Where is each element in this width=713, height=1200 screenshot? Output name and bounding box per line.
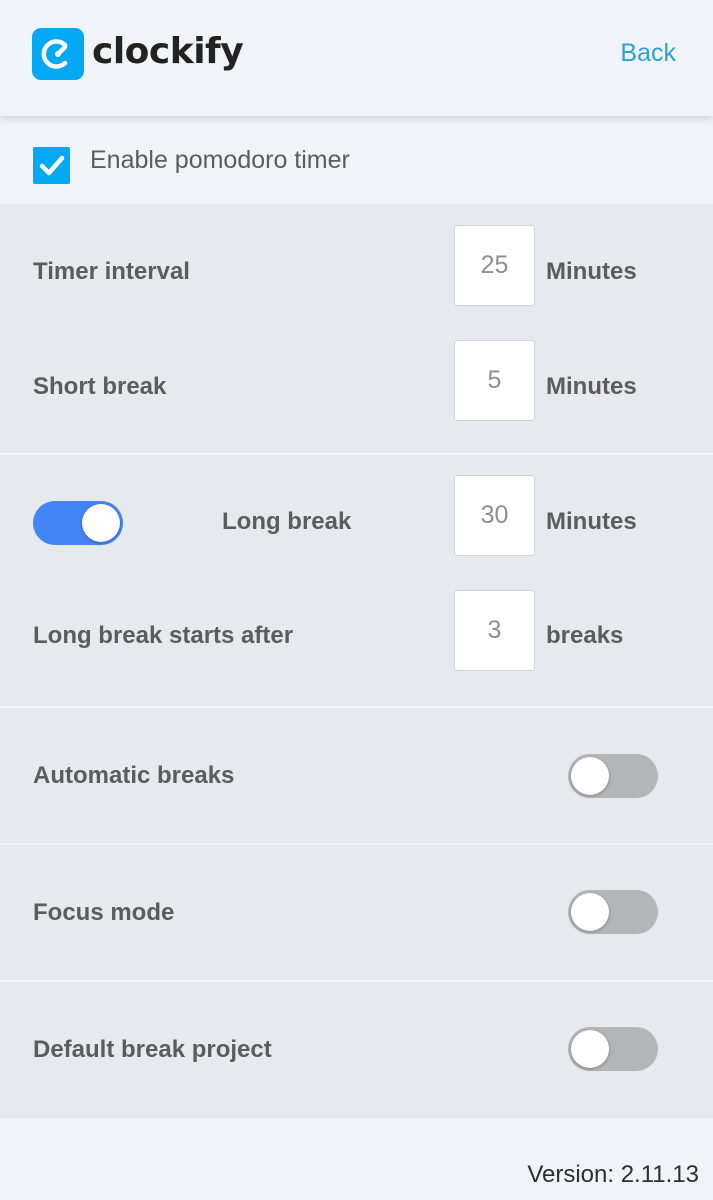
header: clockify Back <box>0 0 713 116</box>
timer-interval-row: Timer interval 25 Minutes <box>0 204 713 324</box>
clockify-logo-icon <box>32 28 84 80</box>
enable-pomodoro-row: Enable pomodoro timer <box>0 116 713 204</box>
long-break-row: Long break 30 Minutes <box>0 455 713 571</box>
long-break-label: Long break <box>222 508 352 535</box>
long-break-after-row: Long break starts after 3 breaks <box>0 571 713 706</box>
automatic-breaks-section: Automatic breaks <box>0 708 713 845</box>
toggle-knob <box>571 893 609 931</box>
version-label: Version: 2.11.13 <box>527 1161 699 1188</box>
long-break-after-input[interactable]: 3 <box>454 590 535 671</box>
automatic-breaks-label: Automatic breaks <box>33 762 235 789</box>
short-break-label: Short break <box>33 373 167 400</box>
automatic-breaks-toggle[interactable] <box>568 754 658 798</box>
logo-text: clockify <box>92 31 244 72</box>
long-break-section: Long break 30 Minutes Long break starts … <box>0 455 713 708</box>
long-break-input[interactable]: 30 <box>454 475 535 556</box>
default-break-project-toggle[interactable] <box>568 1027 658 1071</box>
long-break-unit: Minutes <box>546 508 637 535</box>
long-break-after-unit: breaks <box>546 622 624 649</box>
enable-pomodoro-checkbox[interactable] <box>33 147 70 184</box>
checkmark-icon <box>39 155 65 176</box>
toggle-knob <box>571 757 609 795</box>
default-break-project-section: Default break project <box>0 982 713 1118</box>
focus-mode-toggle[interactable] <box>568 890 658 934</box>
short-break-unit: Minutes <box>546 373 637 400</box>
short-break-row: Short break 5 Minutes <box>0 324 713 453</box>
back-link[interactable]: Back <box>620 38 676 68</box>
focus-mode-label: Focus mode <box>33 899 175 926</box>
timer-interval-input[interactable]: 25 <box>454 225 535 306</box>
toggle-knob <box>571 1030 609 1068</box>
long-break-toggle[interactable] <box>33 501 123 545</box>
short-break-input[interactable]: 5 <box>454 340 535 421</box>
focus-mode-section: Focus mode <box>0 845 713 982</box>
default-break-project-label: Default break project <box>33 1036 272 1063</box>
long-break-after-label: Long break starts after <box>33 622 294 649</box>
timer-interval-label: Timer interval <box>33 258 190 285</box>
timer-interval-unit: Minutes <box>546 258 637 285</box>
enable-pomodoro-label: Enable pomodoro timer <box>90 146 350 174</box>
timer-section: Timer interval 25 Minutes Short break 5 … <box>0 204 713 455</box>
toggle-knob <box>82 504 120 542</box>
